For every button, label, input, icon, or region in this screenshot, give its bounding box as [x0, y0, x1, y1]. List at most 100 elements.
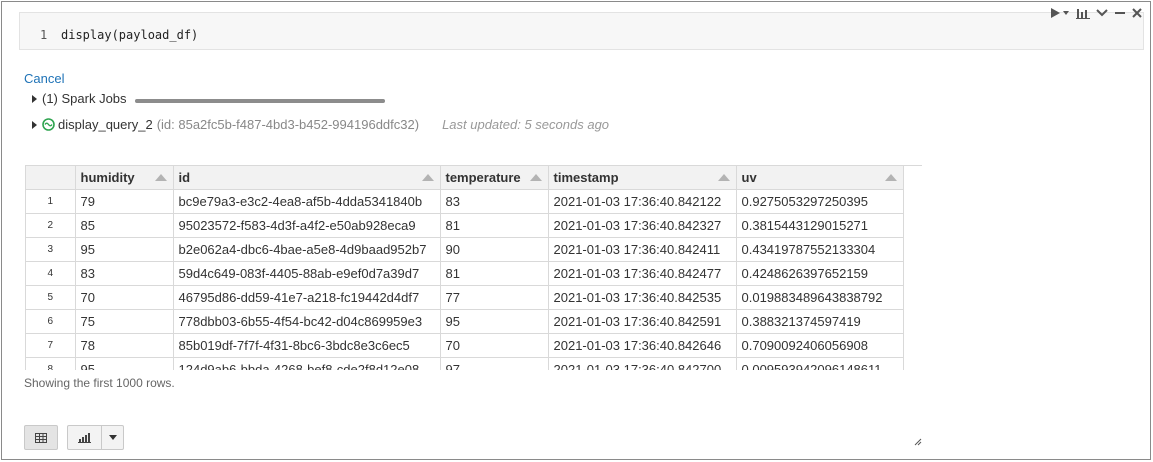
table-cell: 70: [75, 285, 174, 310]
sort-icon[interactable]: [884, 174, 897, 181]
column-header-label: timestamp: [553, 169, 619, 185]
code-editor[interactable]: 1 display(payload_df): [19, 12, 1144, 50]
chevron-down-icon: [1096, 9, 1108, 17]
chart-icon: [1076, 9, 1090, 19]
table-row: 8 95 124d9ab6-bbda-4268-bef8-cde2f8d12e0…: [26, 357, 904, 370]
spark-jobs-toggle[interactable]: (1) Spark Jobs: [32, 91, 127, 106]
table-cell: 81: [440, 261, 549, 286]
row-number: 2: [26, 213, 76, 238]
column-header-label: humidity: [80, 169, 135, 185]
code-text[interactable]: display(payload_df): [61, 28, 198, 42]
line-number: 1: [40, 28, 48, 42]
notebook-cell: 1 display(payload_df) Cancel (1) Spark J…: [1, 1, 1151, 460]
column-header-uv[interactable]: uv: [736, 166, 904, 190]
progress-fill: [135, 99, 385, 103]
table-cell: 2021-01-03 17:36:40.842411: [548, 237, 737, 262]
chart-type-dropdown[interactable]: [102, 426, 123, 449]
table-cell: 0.7090092406056908: [736, 333, 904, 358]
table-cell: 59d4c649-083f-4405-88ab-e9ef0d7a39d7: [173, 261, 441, 286]
last-updated-text: Last updated: 5 seconds ago: [442, 117, 610, 132]
table-row: 3 95 b2e062a4-dbc6-4bae-a5e8-4d9baad952b…: [26, 237, 904, 262]
column-header-temperature[interactable]: temperature: [440, 166, 549, 190]
table-cell: 77: [440, 285, 549, 310]
cell-menu-button[interactable]: [1096, 8, 1108, 18]
caret-right-icon[interactable]: [32, 120, 37, 129]
row-number: 7: [26, 333, 76, 358]
table-cell: 2021-01-03 17:36:40.842122: [548, 189, 737, 214]
delete-cell-button[interactable]: [1132, 8, 1142, 18]
table-cell: 0.4248626397652159: [736, 261, 904, 286]
table-cell: b2e062a4-dbc6-4bae-a5e8-4d9baad952b7: [173, 237, 441, 262]
row-number: 8: [26, 357, 76, 370]
table-cell: 2021-01-03 17:36:40.842477: [548, 261, 737, 286]
table-cell: 79: [75, 189, 174, 214]
column-header-label: uv: [741, 169, 757, 185]
table-cell: 95: [75, 357, 174, 370]
table-cell: 2021-01-03 17:36:40.842327: [548, 213, 737, 238]
table-cell: 0.019883489643838792: [736, 285, 904, 310]
table-row: 5 70 46795d86-dd59-41e7-a218-fc19442d4df…: [26, 285, 904, 310]
column-header-timestamp[interactable]: timestamp: [548, 166, 737, 190]
run-cell-button[interactable]: [1050, 8, 1070, 18]
bar-chart-icon: [78, 433, 91, 443]
resize-grip-icon[interactable]: [914, 438, 922, 446]
query-name-link[interactable]: display_query_2: [58, 117, 153, 132]
table-cell: 0.9275053297250395: [736, 189, 904, 214]
table-cell: 0.3815443129015271: [736, 213, 904, 238]
table-row: 7 78 85b019df-7f7f-4f31-8bc6-3bdc8e3c6ec…: [26, 333, 904, 358]
table-cell: 2021-01-03 17:36:40.842700: [548, 357, 737, 370]
table-cell: 75: [75, 309, 174, 334]
row-number: 4: [26, 261, 76, 286]
minimize-icon: [1115, 12, 1125, 14]
results-table-container[interactable]: humidity id temperature timestamp uv 1 7…: [25, 165, 922, 370]
sort-icon[interactable]: [529, 174, 542, 181]
chart-options-button[interactable]: [1076, 7, 1090, 19]
table-cell: 778dbb03-6b55-4f54-bc42-d04c869959e3: [173, 309, 441, 334]
table-view-button[interactable]: [24, 425, 58, 450]
rows-footnote: Showing the first 1000 rows.: [24, 376, 175, 390]
column-header-label: temperature: [445, 169, 521, 185]
view-toggle-bar: [24, 425, 124, 450]
table-cell: bc9e79a3-e3c2-4ea8-af5b-4dda5341840b: [173, 189, 441, 214]
sort-icon[interactable]: [717, 174, 730, 181]
table-cell: 83: [75, 261, 174, 286]
table-cell: 90: [440, 237, 549, 262]
caret-right-icon: [32, 94, 37, 103]
sort-icon[interactable]: [154, 174, 167, 181]
cell-toolbar: [1050, 7, 1142, 19]
query-id: (id: 85a2fc5b-f487-4bd3-b452-994196ddfc3…: [156, 117, 420, 132]
table-cell: 124d9ab6-bbda-4268-bef8-cde2f8d12e08: [173, 357, 441, 370]
table-cell: 2021-01-03 17:36:40.842591: [548, 309, 737, 334]
spark-jobs-label: (1) Spark Jobs: [42, 91, 127, 106]
table-cell: 95: [75, 237, 174, 262]
table-cell: 97: [440, 357, 549, 370]
row-number: 1: [26, 189, 76, 214]
table-cell: 46795d86-dd59-41e7-a218-fc19442d4df7: [173, 285, 441, 310]
chart-view-button-group: [67, 425, 124, 450]
column-header-label: id: [178, 169, 191, 185]
table-cell: 0.009593942096148611: [736, 357, 904, 370]
row-number: 3: [26, 237, 76, 262]
chart-view-button[interactable]: [68, 426, 102, 449]
table-row: 4 83 59d4c649-083f-4405-88ab-e9ef0d7a39d…: [26, 261, 904, 286]
cancel-link[interactable]: Cancel: [24, 71, 64, 86]
table-cell: 85b019df-7f7f-4f31-8bc6-3bdc8e3c6ec5: [173, 333, 441, 358]
table-cell: 95: [440, 309, 549, 334]
stream-query-row: display_query_2 (id: 85a2fc5b-f487-4bd3-…: [32, 117, 609, 132]
table-row: 2 85 95023572-f583-4d3f-a4f2-e50ab928eca…: [26, 213, 904, 238]
table-cell: 83: [440, 189, 549, 214]
column-header-id[interactable]: id: [173, 166, 441, 190]
table-cell: 2021-01-03 17:36:40.842646: [548, 333, 737, 358]
column-header-humidity[interactable]: humidity: [75, 166, 174, 190]
minimize-cell-button[interactable]: [1114, 8, 1126, 18]
chevron-down-icon: [108, 435, 117, 440]
table-cell: 78: [75, 333, 174, 358]
table-row: 6 75 778dbb03-6b55-4f54-bc42-d04c869959e…: [26, 309, 904, 334]
spark-jobs-progress: [135, 99, 385, 103]
sort-icon[interactable]: [421, 174, 434, 181]
row-number: 6: [26, 309, 76, 334]
run-icon: [1051, 8, 1069, 18]
table-cell: 85: [75, 213, 174, 238]
table-cell: 0.388321374597419: [736, 309, 904, 334]
table-cell: 0.43419787552133304: [736, 237, 904, 262]
